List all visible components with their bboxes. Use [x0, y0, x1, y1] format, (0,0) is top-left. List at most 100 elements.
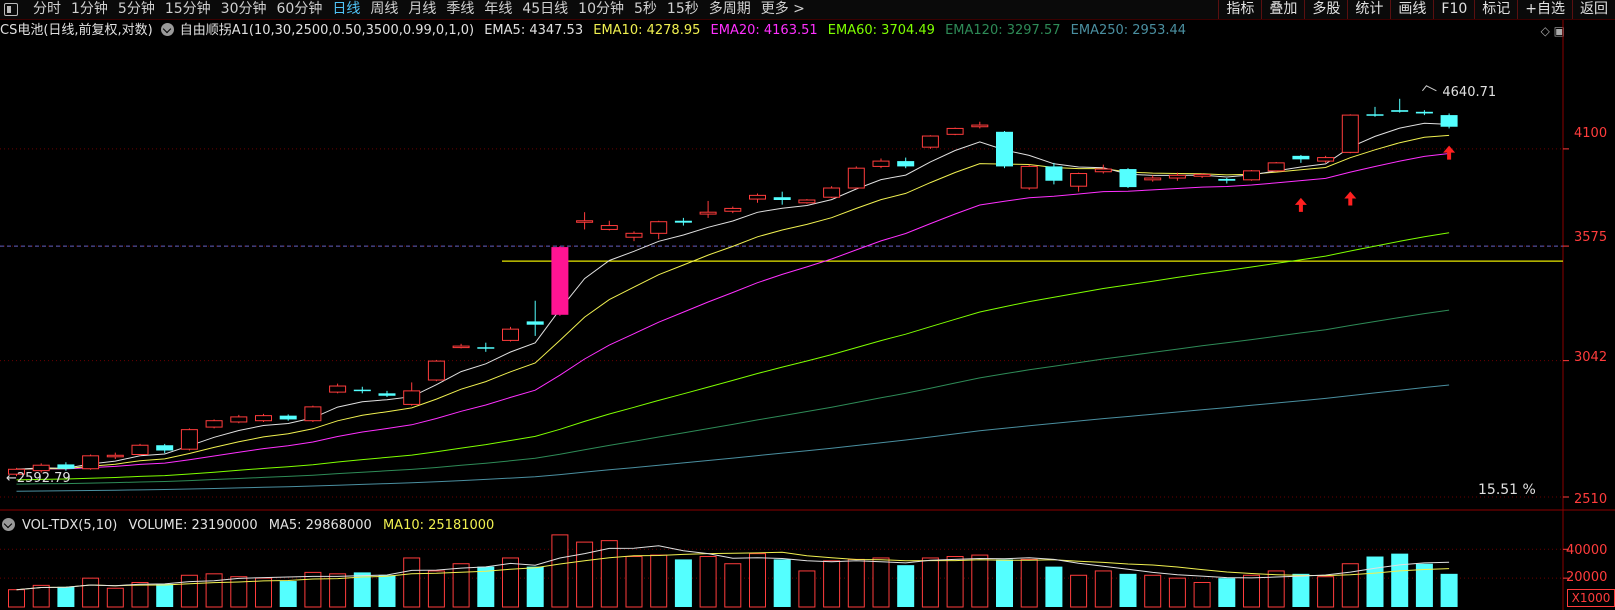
candle-body	[1144, 177, 1162, 181]
volume-axis-label: 40000	[1566, 543, 1608, 558]
volume-bar	[304, 571, 322, 608]
volume-bar	[946, 556, 964, 608]
volume-bar	[1193, 581, 1211, 608]
volume-info-line: VOL-TDX(5,10) VOLUME: 23190000 MA5: 2986…	[0, 517, 501, 535]
candle-body	[773, 197, 791, 200]
volume-bar	[1391, 553, 1409, 607]
candle-body	[1218, 178, 1236, 181]
volume-bar	[106, 587, 124, 608]
candle-body	[502, 328, 519, 341]
volume-bar	[279, 581, 297, 607]
candle-body	[1045, 166, 1063, 181]
candle-body	[724, 207, 742, 212]
volume-bar	[57, 586, 75, 607]
candle-body	[674, 220, 692, 223]
high-price-label: 4640.71	[1442, 85, 1496, 100]
volume-bar	[1144, 574, 1162, 608]
candle-body	[452, 345, 470, 349]
volume-bar	[749, 553, 766, 608]
candle-body	[205, 420, 223, 428]
candle-body	[32, 464, 50, 472]
candle-body	[798, 199, 816, 204]
range-percent-label: 15.51 %	[1478, 482, 1536, 498]
volume-bar	[156, 583, 174, 607]
price-axis-label: 3575	[1574, 230, 1608, 245]
low-price-label: ←2592.79	[6, 471, 71, 486]
candle-body	[551, 247, 569, 315]
volume-bar	[1045, 566, 1063, 607]
volume-bar	[551, 534, 569, 608]
candle-body	[131, 444, 149, 455]
candle-body	[82, 455, 100, 470]
volume-bar	[8, 589, 25, 608]
candle-body	[1366, 114, 1384, 116]
candle-body	[1317, 157, 1335, 162]
candle-body	[230, 416, 248, 423]
volume-bar	[576, 541, 594, 608]
volume-bar	[526, 566, 544, 607]
candle-body	[180, 429, 198, 450]
volume-bar	[1243, 574, 1260, 608]
candle-body	[57, 464, 75, 469]
volume-bar	[971, 554, 989, 608]
volume-bar	[1094, 570, 1112, 608]
volume-bar	[427, 570, 445, 608]
volume-bar	[452, 563, 470, 608]
volume-bar	[1366, 556, 1384, 607]
candle-body	[1119, 169, 1137, 188]
volume-bar	[724, 563, 742, 608]
candle-body	[1020, 165, 1038, 189]
candle-body	[625, 232, 643, 238]
candle-body	[971, 124, 989, 128]
volume-formula-icon[interactable]	[2, 518, 15, 531]
candle-body	[823, 187, 841, 198]
ema250-line	[16, 384, 1450, 492]
volume-bar	[1070, 574, 1088, 608]
ema60-line	[16, 232, 1450, 481]
candle-body	[1341, 114, 1359, 153]
candle-body	[600, 225, 618, 230]
price-axis-label: 3042	[1574, 350, 1608, 365]
candle-body	[1415, 111, 1433, 114]
high-marker-arrow	[1422, 85, 1437, 92]
candle-body	[378, 393, 396, 396]
volume-bar	[1292, 573, 1310, 607]
volume-bar	[32, 584, 50, 608]
candle-body	[921, 135, 939, 148]
buy-signal-arrow-icon	[1443, 145, 1456, 160]
candle-body	[1070, 173, 1088, 187]
candle-body	[1193, 173, 1211, 177]
volume-bar	[403, 557, 421, 608]
candle-body	[156, 445, 174, 451]
volume-value: VOLUME: 23190000	[128, 518, 258, 533]
candle-body	[897, 161, 915, 167]
candle-body	[106, 454, 124, 458]
volume-bar	[205, 573, 223, 608]
candle-body	[872, 160, 890, 167]
volume-bar	[674, 559, 692, 607]
volume-axis-label: 20000	[1566, 570, 1608, 585]
volume-bar	[600, 540, 618, 608]
volume-bar	[823, 560, 841, 608]
volume-bar	[921, 557, 939, 608]
candle-body	[1440, 115, 1458, 127]
volume-bar	[255, 577, 272, 608]
candle-body	[1267, 162, 1285, 172]
volume-bar	[897, 565, 915, 607]
volume-bar	[650, 554, 668, 608]
candle-body	[699, 211, 717, 215]
candle-body	[1391, 110, 1409, 112]
candle-body	[353, 389, 371, 392]
volume-bar	[131, 581, 149, 608]
volume-bar	[872, 557, 890, 608]
volume-indicator-name[interactable]: VOL-TDX(5,10)	[22, 518, 117, 533]
candle-body	[996, 131, 1013, 167]
volume-bar	[773, 559, 791, 607]
volume-unit-label: X1000	[1567, 589, 1615, 607]
candle-body	[847, 167, 865, 189]
volume-bar	[502, 557, 519, 608]
volume-ma10: MA10: 25181000	[382, 518, 495, 533]
candle-body	[946, 127, 964, 135]
candle-body	[477, 347, 495, 349]
volume-bar	[1341, 563, 1359, 608]
